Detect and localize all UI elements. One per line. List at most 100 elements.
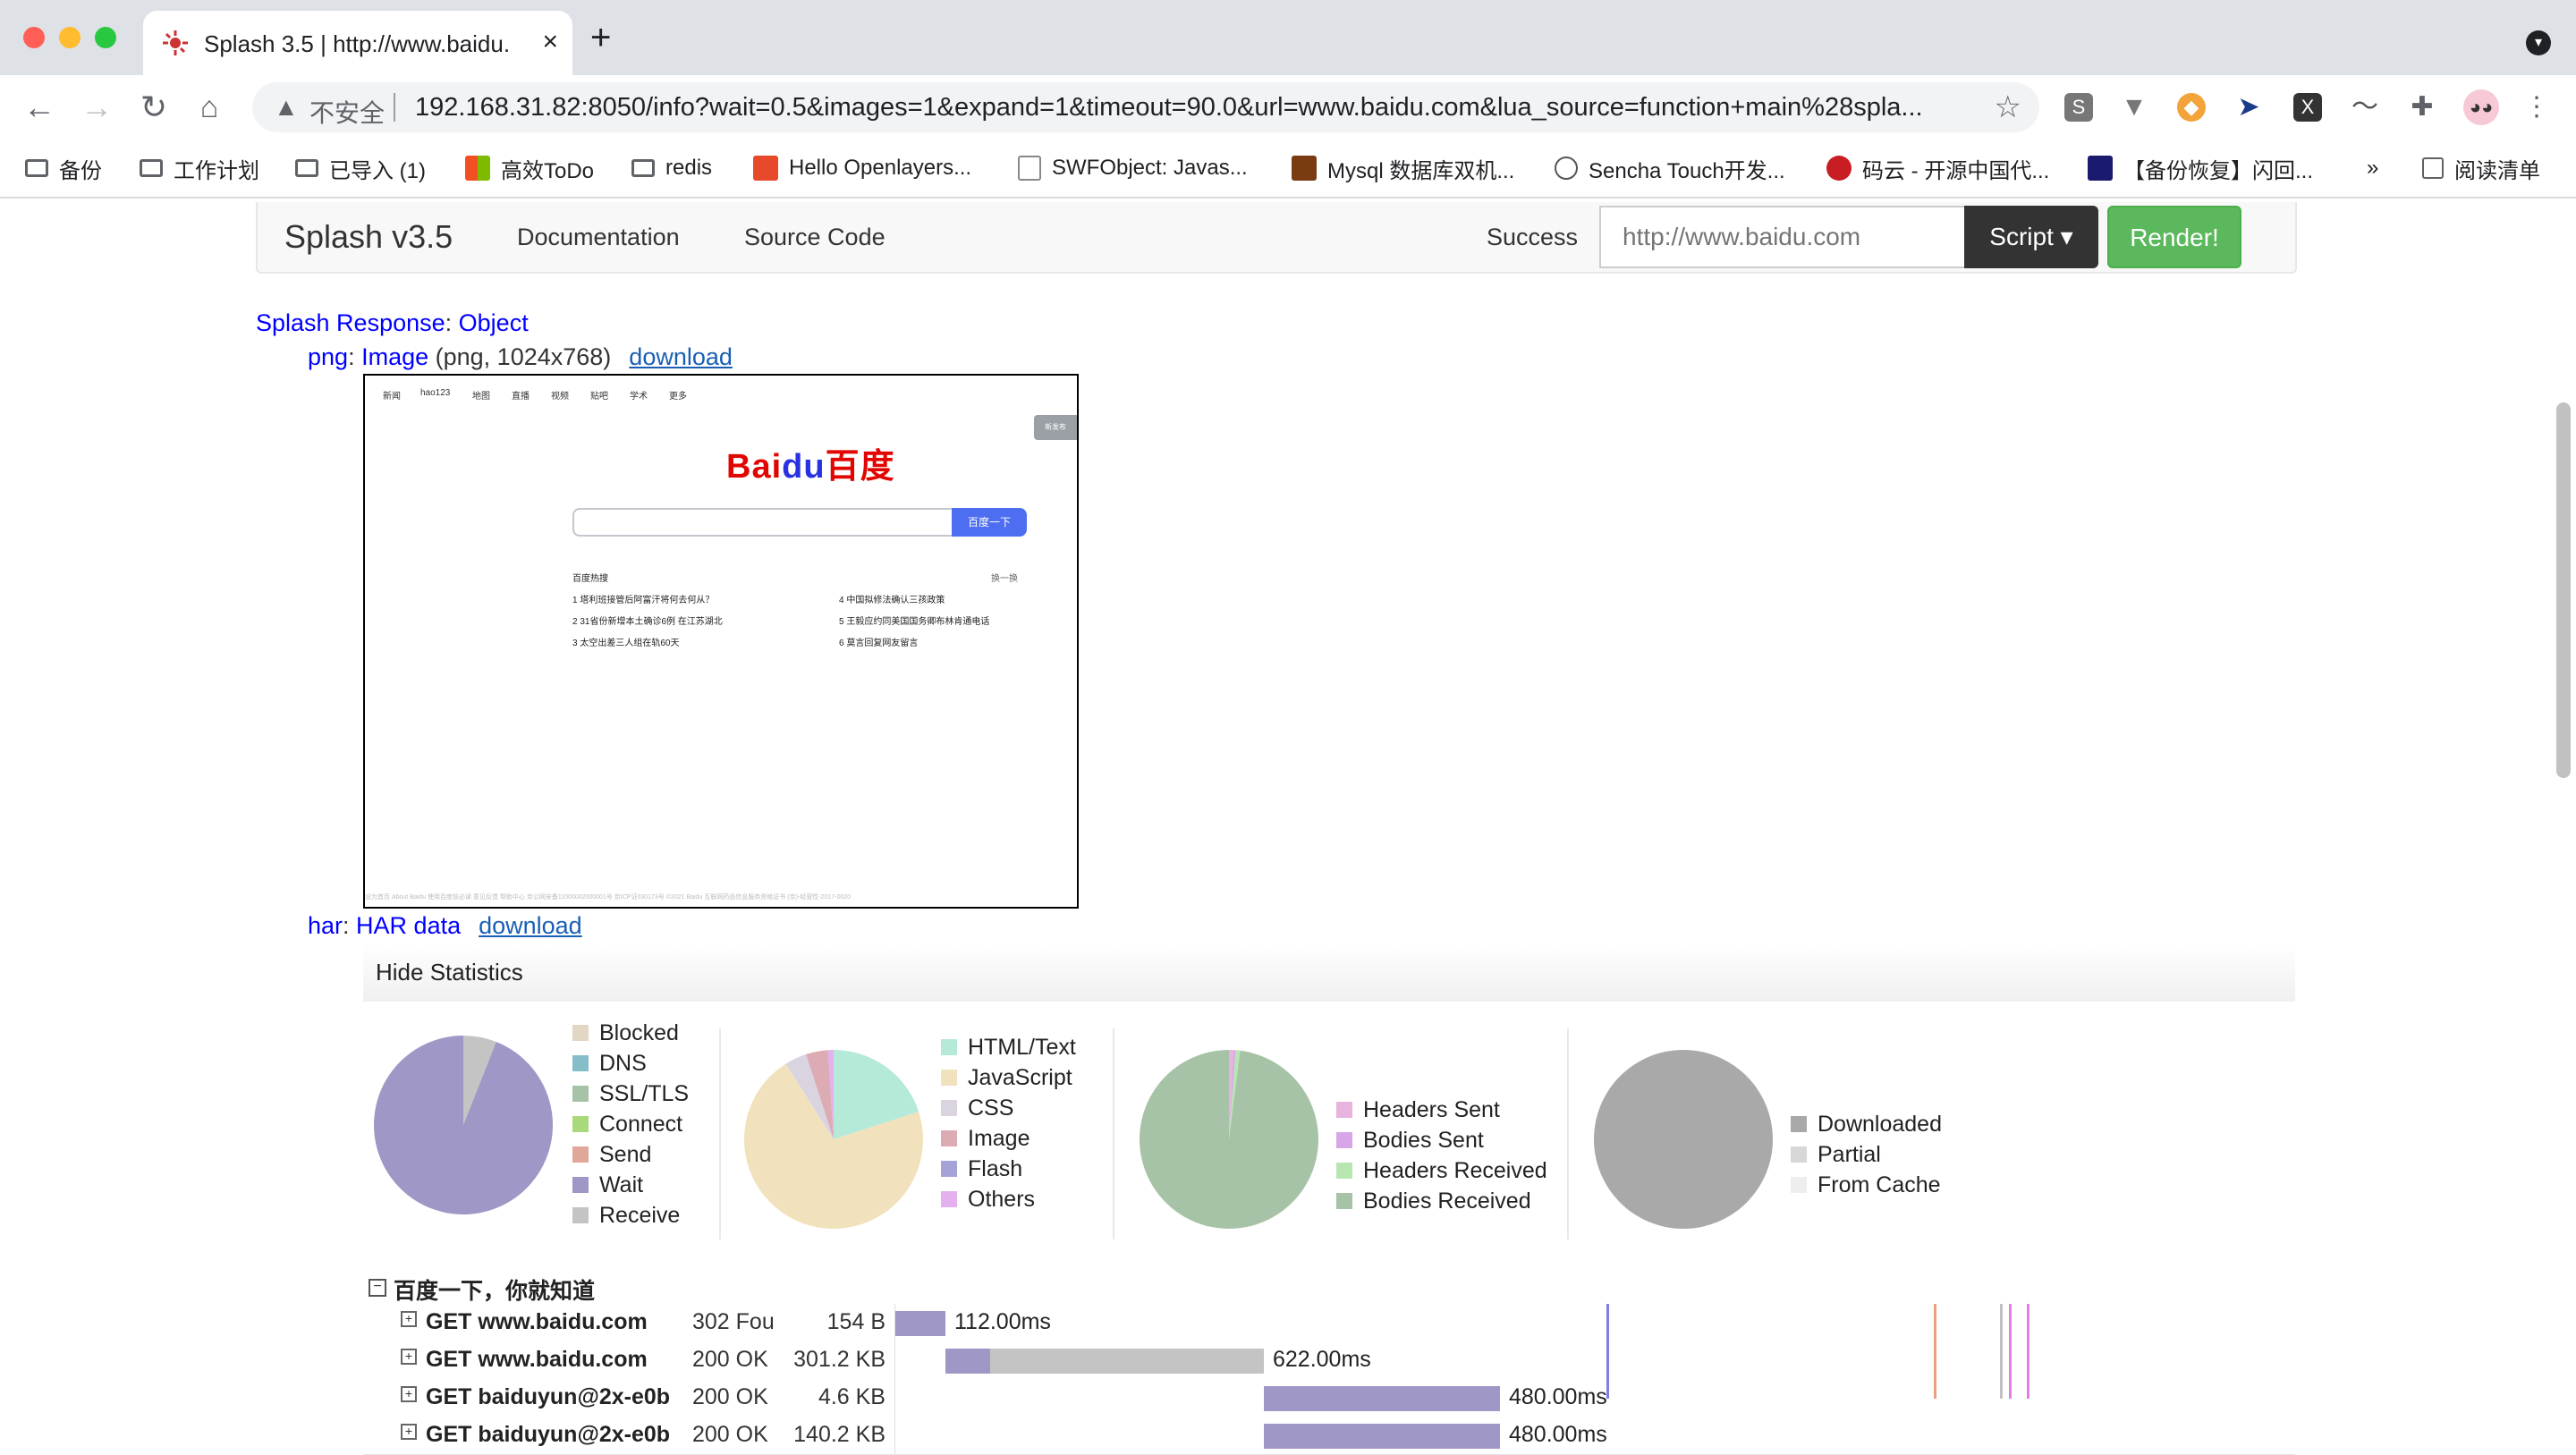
preview-nav-item: 新闻 (383, 392, 401, 402)
request-url: GET www.baidu.com (426, 1347, 648, 1372)
stats-divider (1113, 1028, 1114, 1239)
page-scrollbar[interactable] (2556, 402, 2571, 778)
microsoft-todo-icon (465, 156, 490, 181)
har-type[interactable]: HAR data (356, 912, 461, 939)
har-request-row[interactable]: + GET baiduyun@2x-e0b 200 OK 140.2 KB 48… (363, 1417, 2295, 1455)
bookmark-label: 工作计划 (174, 158, 259, 183)
preview-nav-item: 学术 (630, 392, 648, 402)
expand-icon[interactable]: + (401, 1311, 417, 1327)
extension-v-icon[interactable]: ▼ (2120, 93, 2148, 122)
bookmark-folder[interactable]: redis (631, 150, 712, 186)
warning-icon[interactable]: ▲ (274, 93, 299, 122)
legend-swatch (941, 1100, 957, 1116)
har-request-row[interactable]: + GET www.baidu.com 302 Fou 154 B 112.00… (363, 1304, 2295, 1342)
tab-close-icon[interactable]: × (542, 27, 558, 57)
stats-divider (719, 1028, 721, 1239)
bookmark-item[interactable]: 高效ToDo (465, 150, 594, 186)
extension-swirl-icon[interactable]: ～ (2351, 93, 2379, 122)
response-type[interactable]: Object (459, 309, 529, 336)
legend-item: HTML/Text (941, 1032, 1076, 1062)
bookmark-folder[interactable]: 已导入 (1) (295, 150, 426, 186)
har-download-link[interactable]: download (479, 912, 582, 939)
reading-list-button[interactable]: 阅读清单 (2422, 150, 2540, 186)
preview-nav-item: 贴吧 (590, 392, 608, 402)
legend-label: CSS (968, 1095, 1014, 1121)
legend-swatch (941, 1161, 957, 1177)
expand-icon[interactable]: + (401, 1349, 417, 1365)
close-window-button[interactable] (23, 27, 45, 48)
minimize-window-button[interactable] (59, 27, 80, 48)
bookmark-item[interactable]: Hello Openlayers... (753, 150, 971, 186)
bookmarks-overflow-button[interactable]: » (2367, 150, 2378, 186)
nav-source-code[interactable]: Source Code (744, 224, 886, 251)
request-timeline: 112.00ms (894, 1304, 2296, 1341)
profile-avatar[interactable]: ◕◕ (2463, 89, 2499, 125)
request-url: GET baiduyun@2x-e0b (426, 1384, 671, 1409)
expand-icon[interactable]: + (401, 1424, 417, 1440)
legend-swatch (941, 1191, 957, 1207)
preview-footer: 设为首页 About Baidu 使用百度前必读 意见反馈 帮助中心 京公网安备… (365, 894, 852, 901)
bookmark-item[interactable]: Mysql 数据库双机... (1292, 150, 1514, 186)
bookmark-item[interactable]: Sencha Touch开发... (1555, 150, 1785, 186)
bookmark-label: Mysql 数据库双机... (1327, 158, 1515, 183)
legend-label: Headers Sent (1363, 1096, 1500, 1122)
bookmark-folder[interactable]: 工作计划 (140, 150, 259, 186)
reload-icon[interactable]: ↻ (136, 89, 172, 125)
pie-slice (1140, 1050, 1318, 1229)
forward-icon[interactable]: → (79, 89, 114, 125)
extension-x-icon[interactable]: X (2293, 93, 2322, 122)
splash-brand[interactable]: Splash v3.5 (284, 218, 453, 256)
request-url: GET baiduyun@2x-e0b (426, 1422, 671, 1447)
png-entry: png: Image (png, 1024x768) download (308, 343, 733, 370)
render-button[interactable]: Render! (2107, 206, 2241, 268)
extension-s-icon[interactable]: S (2064, 93, 2093, 122)
overflow-chevron: » (2367, 156, 2379, 180)
png-type[interactable]: Image (361, 343, 428, 370)
hide-statistics-toggle[interactable]: Hide Statistics (376, 959, 523, 986)
browser-tabstrip: Splash 3.5 | http://www.baidu.c × + ▾ (0, 0, 2576, 75)
script-dropdown-button[interactable]: Script ▾ (1964, 206, 2098, 268)
bookmark-folder[interactable]: 备份 (25, 150, 102, 186)
request-status: 200 OK (692, 1347, 768, 1372)
png-download-link[interactable]: download (629, 343, 733, 370)
legend-label: Blocked (599, 1019, 679, 1045)
legend-swatch (572, 1086, 589, 1102)
url-text[interactable]: 192.168.31.82:8050/info?wait=0.5&images=… (415, 93, 1953, 123)
har-request-row[interactable]: + GET www.baidu.com 200 OK 301.2 KB 622.… (363, 1341, 2295, 1380)
url-input[interactable] (1599, 206, 1966, 268)
har-page-group[interactable]: − 百度一下，你就知道 (363, 1270, 2295, 1305)
expand-icon[interactable]: + (401, 1386, 417, 1402)
collapse-icon[interactable]: − (369, 1279, 386, 1297)
bookmark-item[interactable]: 码云 - 开源中国代... (1826, 150, 2049, 186)
tab-search-icon[interactable]: ▾ (2526, 30, 2551, 55)
browser-tab[interactable]: Splash 3.5 | http://www.baidu.c × (143, 11, 572, 75)
home-icon[interactable]: ⌂ (191, 89, 227, 125)
preview-nav-item: hao123 (420, 388, 451, 398)
legend-item: JavaScript (941, 1062, 1076, 1093)
legend-label: Others (968, 1186, 1036, 1212)
insecure-label[interactable]: 不安全 (309, 94, 385, 130)
timing-legend: Blocked DNS SSL/TLS Connect Send Wait Receive (572, 1018, 689, 1231)
legend-label: Headers Received (1363, 1157, 1547, 1183)
new-tab-button[interactable]: + (590, 20, 611, 55)
extensions-puzzle-icon[interactable]: ✚ (2408, 93, 2436, 122)
bookmark-label: SWFObject: Javas... (1052, 156, 1248, 180)
zoom-window-button[interactable] (95, 27, 116, 48)
folder-icon (25, 159, 48, 177)
bookmark-item[interactable]: 【备份恢复】闪回... (2088, 150, 2313, 186)
request-duration: 480.00ms (1509, 1422, 1607, 1447)
browser-menu-icon[interactable]: ⋮ (2522, 93, 2551, 122)
nav-documentation[interactable]: Documentation (517, 224, 680, 251)
bookmark-item[interactable]: SWFObject: Javas... (1018, 150, 1248, 186)
bookmark-label: Hello Openlayers... (789, 156, 972, 180)
extension-cursor-icon[interactable]: ➤ (2234, 93, 2263, 122)
back-icon[interactable]: ← (21, 89, 57, 125)
content-type-legend: HTML/Text JavaScript CSS Image Flash Others (941, 1032, 1076, 1214)
bookmark-label: 已导入 (1) (329, 158, 426, 183)
extension-shield-icon[interactable]: ◆ (2177, 93, 2206, 122)
reading-list-icon (2422, 157, 2444, 179)
address-bar[interactable]: ▲ 不安全 192.168.31.82:8050/info?wait=0.5&i… (252, 82, 2039, 132)
bookmark-star-icon[interactable]: ☆ (1995, 89, 2021, 125)
preview-nav-item: 直播 (512, 392, 530, 402)
request-url: GET www.baidu.com (426, 1309, 648, 1334)
